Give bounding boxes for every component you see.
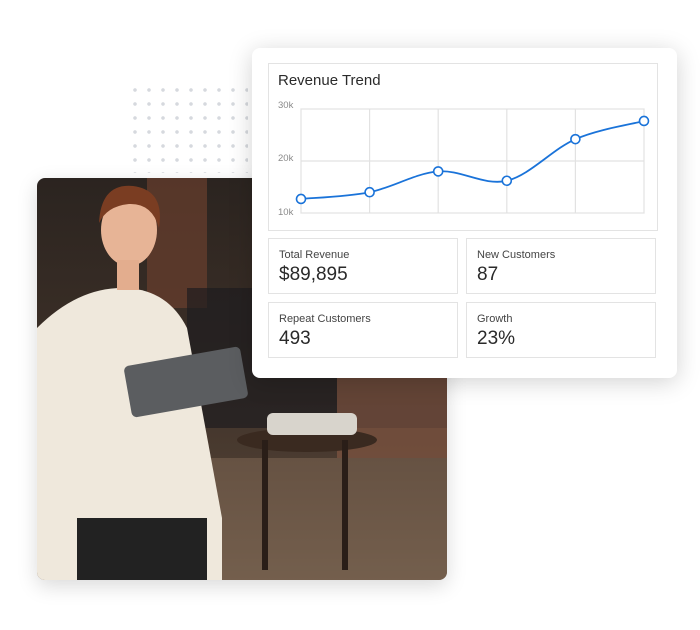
stat-growth: Growth 23% [466,302,656,358]
line-chart-svg: 10k 20k 30k [278,100,650,218]
stat-value: 493 [279,328,311,349]
series-line [300,120,645,200]
stat-label: Growth [477,313,513,325]
stat-value: 23% [477,328,516,349]
stat-total-revenue: Total Revenue $89,895 [268,238,458,294]
stat-repeat-customers: Repeat Customers 493 [268,302,458,358]
stat-label: Total Revenue [279,249,350,261]
data-point [638,115,650,127]
data-point [364,186,375,198]
decorative-dot-grid [128,83,248,173]
y-tick-label: 10k [278,207,294,218]
data-point [501,175,513,187]
data-point [295,193,307,205]
revenue-trend-chart: Revenue Trend 10k 20k 30k [268,63,658,231]
stat-value: $89,895 [279,264,348,285]
stat-label: New Customers [477,249,556,261]
y-tick-label: 30k [278,100,294,111]
dashboard-card: Revenue Trend 10k 20k 30k Total Revenue $8… [252,48,677,378]
stat-new-customers: New Customers 87 [466,238,656,294]
stat-label: Repeat Customers [279,313,371,325]
data-point [570,133,581,145]
data-point [432,166,444,177]
y-tick-label: 20k [278,153,294,164]
stat-value: 87 [477,264,499,285]
